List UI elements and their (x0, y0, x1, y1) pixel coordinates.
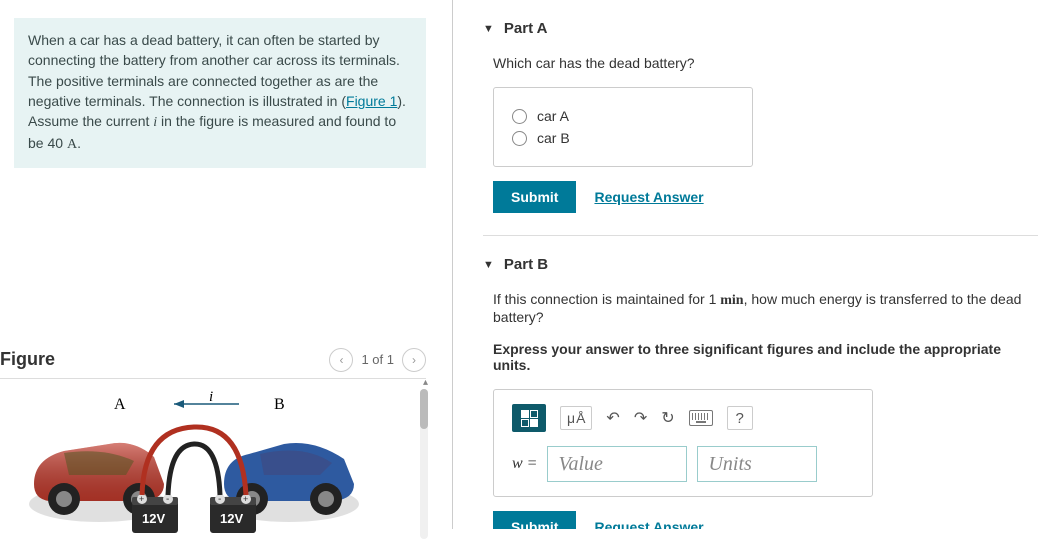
figure-counter: 1 of 1 (361, 352, 394, 367)
part-b-header[interactable]: ▼ Part B (483, 256, 1038, 273)
figure-next-button[interactable]: › (402, 348, 426, 372)
svg-text:-: - (166, 494, 169, 505)
svg-text:+: + (139, 494, 144, 504)
keyboard-icon[interactable] (689, 410, 713, 426)
part-b-question: If this connection is maintained for 1 m… (493, 291, 1038, 325)
option-car-b-label: car B (537, 130, 570, 146)
figure-prev-button[interactable]: ‹ (329, 348, 353, 372)
current-unit: A (67, 137, 77, 152)
current-label: i (209, 389, 213, 405)
caret-down-icon: ▼ (483, 23, 494, 35)
part-a-section: ▼ Part A Which car has the dead battery?… (483, 20, 1038, 213)
help-button[interactable]: ? (727, 406, 753, 430)
radio-icon[interactable] (512, 131, 527, 146)
battery-b: - + 12V (210, 494, 256, 533)
jumper-cable-negative (168, 444, 220, 495)
figure-pager: ‹ 1 of 1 › (329, 348, 426, 372)
part-a-header[interactable]: ▼ Part A (483, 20, 1038, 37)
problem-period: . (77, 135, 81, 151)
figure-illustration: A B i (14, 389, 374, 539)
battery-b-voltage: 12V (220, 511, 243, 526)
part-b-title: Part B (504, 256, 548, 273)
problem-statement: When a car has a dead battery, it can of… (14, 18, 426, 168)
label-car-a: A (114, 396, 126, 413)
radio-icon[interactable] (512, 109, 527, 124)
part-a-title: Part A (504, 20, 548, 37)
part-b-section: ▼ Part B If this connection is maintaine… (483, 256, 1038, 529)
figure-heading: Figure (0, 349, 55, 370)
reset-icon[interactable]: ↻ (661, 408, 674, 428)
templates-button[interactable] (512, 404, 546, 432)
redo-icon[interactable]: ↷ (634, 408, 647, 428)
value-input[interactable]: Value (547, 446, 687, 482)
left-pane: When a car has a dead battery, it can of… (0, 0, 440, 529)
part-a-request-answer-link[interactable]: Request Answer (594, 189, 703, 205)
part-b-instruction: Express your answer to three significant… (493, 341, 1038, 373)
option-car-a-label: car A (537, 108, 569, 124)
part-b-request-answer-link[interactable]: Request Answer (594, 519, 703, 529)
units-input[interactable]: Units (697, 446, 817, 482)
part-a-options: car A car B (493, 87, 753, 167)
caret-down-icon: ▼ (483, 259, 494, 271)
part-a-submit-button[interactable]: Submit (493, 181, 576, 213)
section-divider (483, 235, 1038, 236)
option-car-b[interactable]: car B (512, 130, 734, 146)
undo-icon[interactable]: ↶ (606, 408, 619, 428)
equation-lhs: w = (512, 455, 537, 473)
battery-a: + - 12V (132, 494, 178, 533)
scroll-up-arrow[interactable]: ▴ (423, 377, 428, 388)
figure-link[interactable]: Figure 1 (346, 93, 397, 109)
svg-text:+: + (243, 494, 248, 504)
answer-widget: μÅ ↶ ↷ ↻ ? w = Value Units (493, 389, 873, 497)
problem-text-1: When a car has a dead battery, it can of… (28, 32, 400, 109)
label-car-b: B (274, 396, 285, 413)
answer-toolbar: μÅ ↶ ↷ ↻ ? (512, 404, 854, 432)
part-a-question: Which car has the dead battery? (493, 55, 1038, 71)
part-b-submit-button[interactable]: Submit (493, 511, 576, 529)
battery-a-voltage: 12V (142, 511, 165, 526)
special-chars-button[interactable]: μÅ (560, 406, 592, 430)
figure-area: ▴ A B i (14, 389, 426, 549)
figure-scrollbar-thumb[interactable] (420, 389, 428, 429)
current-arrow-head (174, 400, 184, 408)
right-pane: ▼ Part A Which car has the dead battery?… (452, 0, 1058, 529)
svg-text:-: - (218, 494, 221, 505)
option-car-a[interactable]: car A (512, 108, 734, 124)
